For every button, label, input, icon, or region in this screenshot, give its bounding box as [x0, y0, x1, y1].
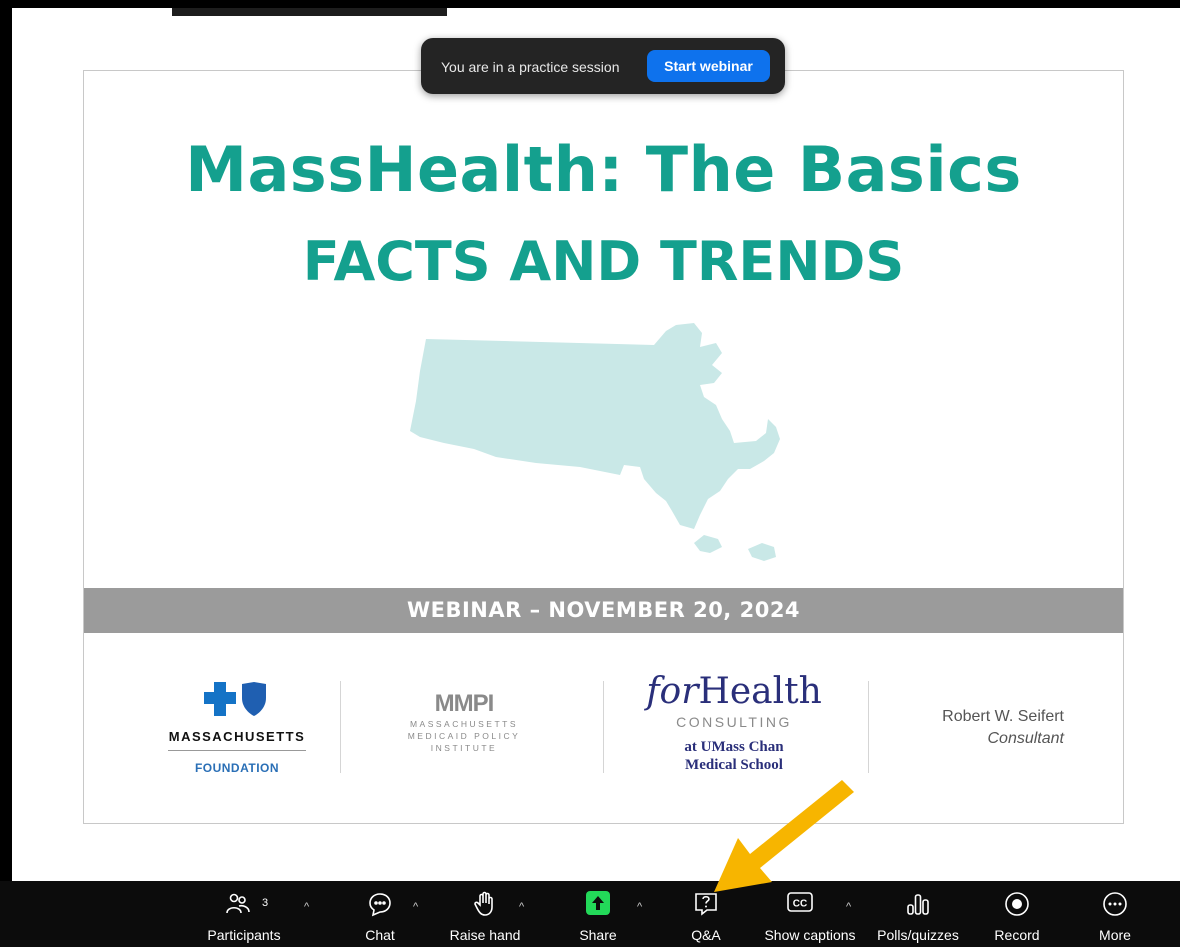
- logo-divider: [868, 681, 869, 773]
- polls-bar-icon: [907, 894, 929, 915]
- massachusetts-map-image: [410, 323, 780, 561]
- forhealth-logo: forHealth CONSULTING at UMass Chan Medic…: [624, 672, 844, 774]
- captions-chevron-up-icon[interactable]: ^: [846, 901, 851, 913]
- chat-button[interactable]: Chat: [340, 881, 420, 947]
- forhealth-umass-line-2: Medical School: [685, 757, 783, 773]
- webinar-date-banner: WEBINAR – NOVEMBER 20, 2024: [84, 588, 1123, 633]
- blue-cross-shield-icon: [204, 682, 266, 716]
- forhealth-consulting: CONSULTING: [676, 714, 792, 730]
- bcbs-rule: [168, 750, 306, 751]
- logo-divider: [340, 681, 341, 773]
- chat-chevron-up-icon[interactable]: ^: [413, 901, 418, 913]
- chat-label: Chat: [365, 927, 395, 943]
- slide-subtitle: FACTS AND TRENDS: [302, 230, 905, 293]
- forhealth-umass-line-1: at UMass Chan: [684, 739, 784, 755]
- record-label: Record: [994, 927, 1040, 943]
- raise-hand-label: Raise hand: [449, 927, 521, 943]
- mmpi-wordmark: MMPI: [434, 690, 495, 717]
- forhealth-for: for: [646, 671, 699, 712]
- bcbs-name: MASSACHUSETTS: [168, 729, 306, 744]
- presenter-info: Robert W. Seifert Consultant: [884, 706, 1064, 750]
- presentation-slide: MassHealth: The Basics FACTS AND TRENDS …: [83, 70, 1124, 824]
- show-captions-label: Show captions: [764, 927, 856, 943]
- raise-hand-icon: [474, 891, 493, 916]
- forhealth-health: Health: [698, 671, 822, 712]
- polls-quizzes-label: Polls/quizzes: [877, 927, 959, 943]
- shared-screen: MassHealth: The Basics FACTS AND TRENDS …: [12, 8, 1180, 881]
- participants-count: 3: [262, 897, 269, 909]
- forhealth-wordmark: forHealth: [624, 672, 844, 712]
- presenter-name: Robert W. Seifert: [942, 708, 1064, 725]
- share-icon: [586, 891, 610, 915]
- more-button[interactable]: More: [1085, 881, 1145, 947]
- chat-icon: [369, 893, 391, 917]
- more-ellipsis-icon: [1103, 892, 1127, 916]
- record-button[interactable]: Record: [984, 881, 1050, 947]
- presenter-title: Consultant: [987, 730, 1065, 747]
- share-button[interactable]: Share: [562, 881, 634, 947]
- qa-label: Q&A: [691, 927, 721, 943]
- top-bar-remnant: [172, 8, 447, 16]
- share-label: Share: [579, 927, 617, 943]
- start-webinar-button[interactable]: Start webinar: [647, 50, 770, 82]
- slide-title: MassHealth: The Basics: [185, 133, 1022, 206]
- practice-session-banner: You are in a practice session Start webi…: [421, 38, 785, 94]
- share-chevron-up-icon[interactable]: ^: [637, 901, 642, 913]
- practice-session-message: You are in a practice session: [441, 59, 620, 75]
- participants-chevron-up-icon[interactable]: ^: [304, 901, 309, 913]
- mmpi-line-1: MASSACHUSETTS: [409, 719, 519, 729]
- participants-label: Participants: [207, 927, 281, 943]
- raise-hand-button[interactable]: Raise hand: [440, 881, 530, 947]
- raise-hand-chevron-up-icon[interactable]: ^: [519, 901, 524, 913]
- mmpi-line-3: INSTITUTE: [430, 743, 498, 753]
- participants-icon: [226, 893, 250, 914]
- participants-button[interactable]: 3 Participants: [196, 881, 292, 947]
- more-label: More: [1099, 927, 1131, 943]
- record-icon: [1005, 892, 1029, 916]
- yellow-arrow-annotation: [714, 780, 854, 892]
- polls-quizzes-button[interactable]: Polls/quizzes: [870, 881, 966, 947]
- bcbs-foundation-logo: MASSACHUSETTS FOUNDATION: [162, 680, 312, 775]
- bcbs-foundation-label: FOUNDATION: [194, 761, 280, 775]
- logo-divider: [603, 681, 604, 773]
- mmpi-line-2: MEDICAID POLICY: [407, 731, 521, 741]
- svg-text:CC: CC: [793, 899, 807, 910]
- mmpi-logo: MMPI MASSACHUSETTS MEDICAID POLICY INSTI…: [384, 690, 544, 754]
- sponsor-logos: MASSACHUSETTS FOUNDATION MMPI MASSACHUSE…: [84, 666, 1123, 796]
- meeting-toolbar: 3 Participants ^ Chat ^ Raise hand ^ Sha…: [0, 881, 1180, 947]
